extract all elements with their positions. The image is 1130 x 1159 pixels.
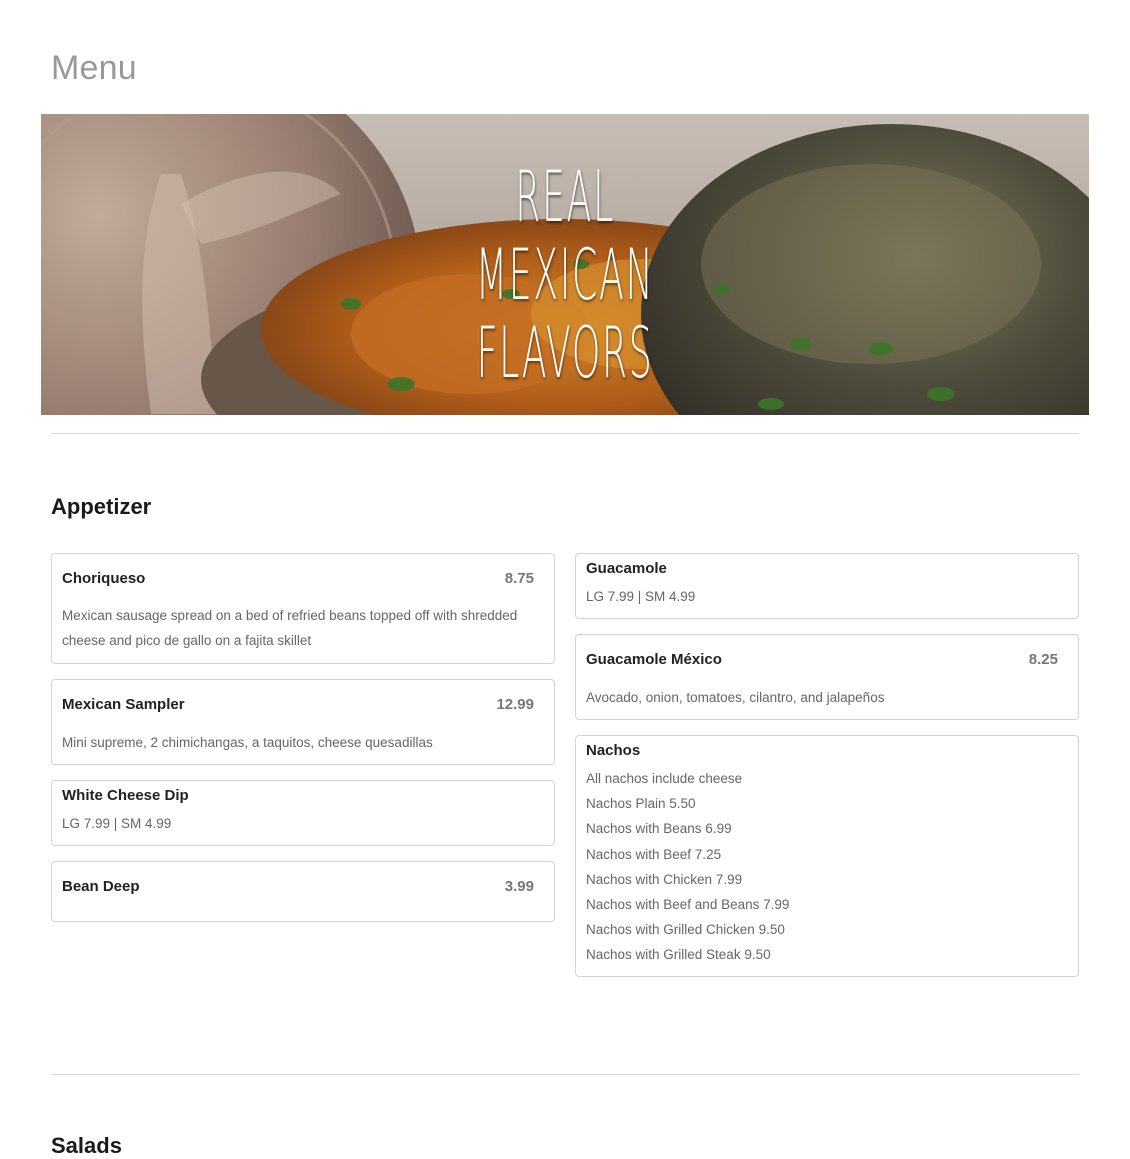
hero-line-1: Real [515, 156, 615, 238]
menu-item-card[interactable]: White Cheese Dip LG 7.99 | SM 4.99 [51, 780, 555, 846]
divider [51, 433, 1079, 434]
menu-item-name: Choriqueso [62, 570, 146, 587]
menu-item-card[interactable]: Nachos All nachos include cheese Nachos … [575, 735, 1079, 977]
menu-item-description: LG 7.99 | SM 4.99 [586, 589, 696, 604]
menu-item-name: Nachos [586, 742, 641, 759]
menu-item-card[interactable]: Guacamole LG 7.99 | SM 4.99 [575, 553, 1079, 619]
list-item: Nachos Plain 5.50 [586, 796, 696, 812]
hero-line-3: Flavors [476, 312, 654, 394]
list-item: Nachos with Grilled Chicken 9.50 [586, 922, 785, 938]
menu-item-name: Mexican Sampler [62, 696, 185, 713]
hero-banner: Real Mexican Flavors [41, 114, 1089, 415]
menu-item-price: 8.75 [504, 570, 534, 587]
menu-item-description: Mini supreme, 2 chimichangas, a taquitos… [62, 735, 433, 750]
list-item: Nachos with Chicken 7.99 [586, 871, 743, 887]
menu-item-card[interactable]: Choriqueso 8.75 Mexican sausage spread o… [51, 553, 555, 664]
menu-item-name: Bean Deep [62, 878, 140, 895]
menu-item-description: Avocado, onion, tomatoes, cilantro, and … [586, 690, 885, 705]
hero-headline: Real Mexican Flavors [41, 158, 1089, 392]
section-title-appetizer: Appetizer [51, 494, 152, 519]
menu-item-card[interactable]: Bean Deep 3.99 [51, 861, 555, 922]
menu-item-price: 3.99 [504, 878, 534, 895]
nachos-options-list: All nachos include cheese Nachos Plain 5… [586, 766, 1058, 968]
menu-item-card[interactable]: Mexican Sampler 12.99 Mini supreme, 2 ch… [51, 679, 555, 765]
list-item: Nachos with Beef and Beans 7.99 [586, 896, 790, 912]
menu-item-name: Guacamole México [586, 651, 722, 668]
list-item: All nachos include cheese [586, 771, 743, 786]
list-item: Nachos with Grilled Steak 9.50 [586, 947, 771, 963]
menu-item-description: LG 7.99 | SM 4.99 [62, 816, 172, 831]
menu-item-name: Guacamole [586, 560, 667, 577]
menu-item-price: 12.99 [496, 696, 534, 713]
list-item: Nachos with Beans 6.99 [586, 821, 732, 837]
section-title-salads: Salads [51, 1133, 122, 1158]
menu-item-card[interactable]: Guacamole México 8.25 Avocado, onion, to… [575, 634, 1079, 720]
menu-item-price: 8.25 [1028, 651, 1058, 668]
menu-item-description: Mexican sausage spread on a bed of refri… [62, 608, 518, 648]
menu-item-name: White Cheese Dip [62, 787, 189, 804]
hero-line-2: Mexican [475, 234, 655, 316]
divider [51, 1074, 1079, 1075]
list-item: Nachos with Beef 7.25 [586, 846, 722, 862]
page-title: Menu [51, 49, 137, 87]
